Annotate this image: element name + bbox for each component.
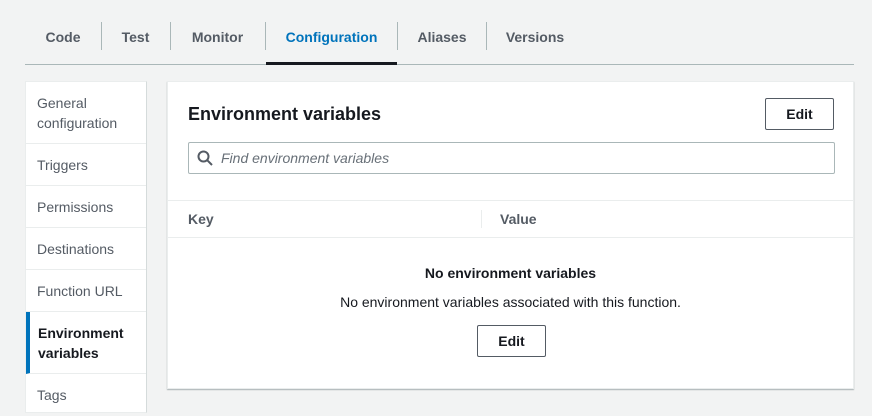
sidebar-item-destinations[interactable]: Destinations [26,228,146,270]
tab-label: Aliases [417,29,467,45]
search-input[interactable] [221,143,821,173]
sidebar-item-label: Destinations [37,241,115,257]
empty-state-description: No environment variables associated with… [340,294,681,310]
sidebar-item-general-configuration[interactable]: General configuration [26,82,146,144]
configuration-sidebar: General configuration Triggers Permissio… [25,81,147,413]
search-icon [197,150,213,166]
sidebar-item-label: Permissions [37,199,114,215]
tab-label: Monitor [191,29,244,45]
sidebar-item-label: Triggers [37,157,88,173]
sidebar-item-label: Tags [37,387,67,403]
column-header-value: Value [500,211,537,227]
sidebar-item-function-url[interactable]: Function URL [26,270,146,312]
tab-code[interactable]: Code [25,20,101,64]
tab-monitor[interactable]: Monitor [171,20,264,64]
tab-label: Versions [505,29,565,45]
tab-test[interactable]: Test [102,20,169,64]
tab-label: Configuration [285,29,378,45]
sidebar-item-label: General configuration [37,95,118,131]
table-header: Key Value [168,200,853,238]
tab-versions[interactable]: Versions [487,20,583,64]
tab-label: Code [45,29,81,45]
edit-button[interactable]: Edit [765,98,834,130]
tab-label: Test [121,29,150,45]
sidebar-item-permissions[interactable]: Permissions [26,186,146,228]
empty-state-edit-button[interactable]: Edit [477,325,546,357]
sidebar-item-tags[interactable]: Tags [26,374,146,416]
sidebar-item-environment-variables[interactable]: Environment variables [26,312,146,374]
sidebar-item-triggers[interactable]: Triggers [26,144,146,186]
column-divider [481,210,482,228]
column-header-key: Key [188,211,214,227]
sidebar-item-label: Environment variables [38,325,124,361]
sidebar-item-label: Function URL [37,283,123,299]
tab-aliases[interactable]: Aliases [398,20,486,64]
empty-state-title: No environment variables [424,265,597,281]
environment-variables-panel: Environment variables Edit Key Value No … [167,81,854,389]
tab-bar: Code Test Monitor Configuration Aliases … [25,0,854,65]
panel-title: Environment variables [188,104,382,124]
tab-configuration[interactable]: Configuration [266,20,397,65]
search-field[interactable] [188,142,835,174]
